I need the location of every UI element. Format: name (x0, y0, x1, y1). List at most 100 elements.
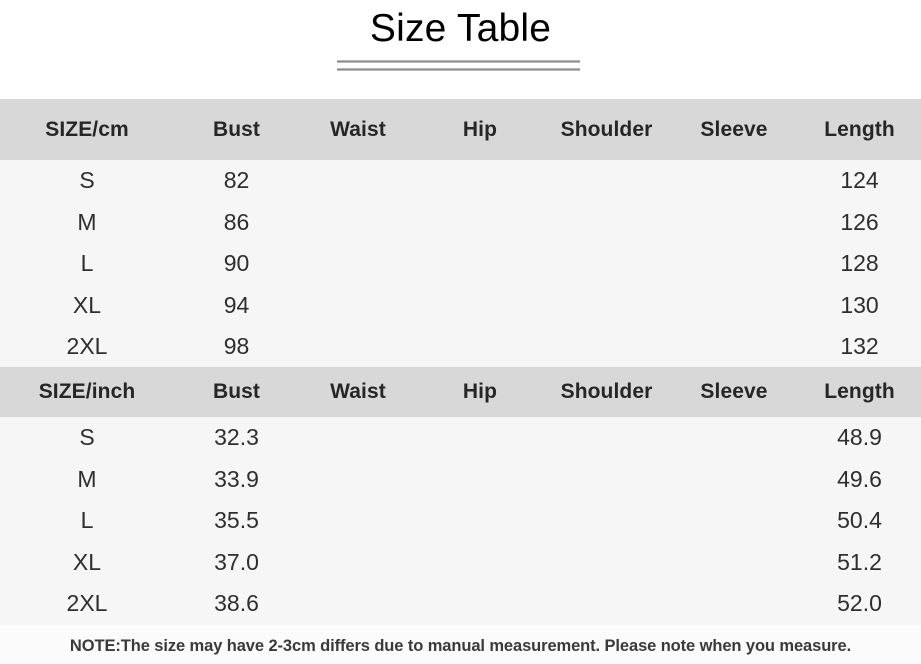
inch-col-header-sleeve: Sleeve (670, 367, 798, 417)
cell-sleeve (670, 417, 798, 459)
cell-shoulder (543, 201, 670, 243)
cm-col-header-bust: Bust (174, 99, 299, 160)
cell-shoulder (543, 243, 670, 285)
inch-col-header-hip: Hip (417, 367, 543, 417)
size-table-page: Size Table SIZE/cm Bust Waist Hip Should… (0, 0, 921, 664)
table-row: L 90 128 (0, 243, 921, 285)
cell-sleeve (670, 541, 798, 583)
cell-length: 52.0 (798, 583, 921, 625)
cell-size: L (0, 500, 174, 542)
cell-size: L (0, 243, 174, 285)
cell-shoulder (543, 326, 670, 368)
inch-col-header-shoulder: Shoulder (543, 367, 670, 417)
cm-col-header-waist: Waist (299, 99, 417, 160)
cell-hip (417, 160, 543, 202)
cell-bust: 33.9 (174, 458, 299, 500)
cm-col-header-sleeve: Sleeve (670, 99, 798, 160)
cell-hip (417, 541, 543, 583)
cell-size: M (0, 458, 174, 500)
cell-size: M (0, 201, 174, 243)
cell-waist (299, 160, 417, 202)
title-block: Size Table (0, 0, 921, 99)
cell-shoulder (543, 541, 670, 583)
cell-sleeve (670, 284, 798, 326)
cell-bust: 98 (174, 326, 299, 368)
cell-size: 2XL (0, 326, 174, 368)
cell-sleeve (670, 326, 798, 368)
cell-shoulder (543, 458, 670, 500)
cell-waist (299, 243, 417, 285)
cell-length: 128 (798, 243, 921, 285)
cell-bust: 94 (174, 284, 299, 326)
table-row: 2XL 38.6 52.0 (0, 583, 921, 625)
measurement-note: NOTE:The size may have 2-3cm differs due… (69, 636, 852, 655)
cell-waist (299, 201, 417, 243)
cell-waist (299, 500, 417, 542)
cell-bust: 35.5 (174, 500, 299, 542)
cell-size: S (0, 160, 174, 202)
cell-waist (299, 417, 417, 459)
size-table-cm: SIZE/cm Bust Waist Hip Shoulder Sleeve L… (0, 99, 921, 368)
cm-col-header-hip: Hip (417, 99, 543, 160)
cell-sleeve (670, 243, 798, 285)
size-table-inch: SIZE/inch Bust Waist Hip Shoulder Sleeve… (0, 367, 921, 625)
cell-bust: 32.3 (174, 417, 299, 459)
cell-shoulder (543, 417, 670, 459)
cm-header-row: SIZE/cm Bust Waist Hip Shoulder Sleeve L… (0, 99, 921, 160)
cell-hip (417, 201, 543, 243)
cell-shoulder (543, 583, 670, 625)
cell-length: 48.9 (798, 417, 921, 459)
cell-hip (417, 417, 543, 459)
cell-hip (417, 500, 543, 542)
cell-hip (417, 243, 543, 285)
cell-waist (299, 541, 417, 583)
cell-bust: 38.6 (174, 583, 299, 625)
inch-col-header-waist: Waist (299, 367, 417, 417)
cell-hip (417, 284, 543, 326)
table-row: M 33.9 49.6 (0, 458, 921, 500)
cell-size: S (0, 417, 174, 459)
page-title: Size Table (369, 7, 552, 50)
cell-hip (417, 458, 543, 500)
cm-header-row-group: SIZE/cm Bust Waist Hip Shoulder Sleeve L… (0, 99, 921, 160)
cell-length: 50.4 (798, 500, 921, 542)
cell-size: 2XL (0, 583, 174, 625)
cell-sleeve (670, 500, 798, 542)
inch-header-row: SIZE/inch Bust Waist Hip Shoulder Sleeve… (0, 367, 921, 417)
cell-waist (299, 583, 417, 625)
divider-line-top (337, 60, 580, 63)
cell-sleeve (670, 458, 798, 500)
cm-body: S 82 124 M 86 126 L 90 128 XL 94 130 2XL… (0, 160, 921, 368)
cell-size: XL (0, 541, 174, 583)
table-row: S 82 124 (0, 160, 921, 202)
cell-waist (299, 326, 417, 368)
cell-bust: 37.0 (174, 541, 299, 583)
table-row: 2XL 98 132 (0, 326, 921, 368)
cell-bust: 82 (174, 160, 299, 202)
cell-length: 132 (798, 326, 921, 368)
cm-col-header-shoulder: Shoulder (543, 99, 670, 160)
table-row: XL 94 130 (0, 284, 921, 326)
divider-line-bottom (337, 68, 580, 71)
cell-sleeve (670, 201, 798, 243)
cell-length: 49.6 (798, 458, 921, 500)
cell-bust: 90 (174, 243, 299, 285)
cm-col-header-length: Length (798, 99, 921, 160)
inch-col-header-length: Length (798, 367, 921, 417)
cell-bust: 86 (174, 201, 299, 243)
table-row: M 86 126 (0, 201, 921, 243)
note-band: NOTE:The size may have 2-3cm differs due… (0, 628, 921, 664)
inch-col-header-size: SIZE/inch (0, 367, 174, 417)
inch-header-row-group: SIZE/inch Bust Waist Hip Shoulder Sleeve… (0, 367, 921, 417)
cell-shoulder (543, 160, 670, 202)
inch-col-header-bust: Bust (174, 367, 299, 417)
table-row: S 32.3 48.9 (0, 417, 921, 459)
cell-length: 126 (798, 201, 921, 243)
cell-hip (417, 583, 543, 625)
title-divider (337, 60, 580, 71)
cell-length: 124 (798, 160, 921, 202)
cell-shoulder (543, 500, 670, 542)
cell-length: 51.2 (798, 541, 921, 583)
cell-length: 130 (798, 284, 921, 326)
table-row: XL 37.0 51.2 (0, 541, 921, 583)
